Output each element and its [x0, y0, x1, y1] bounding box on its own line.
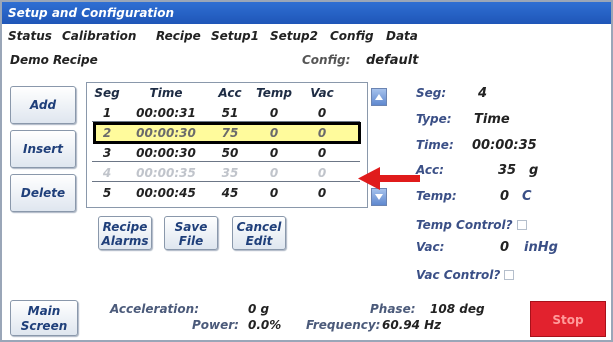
config-value: default: [366, 53, 419, 68]
acc-unit: g: [529, 163, 539, 178]
row-cell: 3: [102, 146, 112, 160]
temp-control-label: Temp Control?: [416, 218, 513, 232]
row-cell: 0: [317, 106, 327, 120]
recipe-alarms-button[interactable]: Recipe Alarms: [98, 216, 152, 250]
row-cell: 00:00:45: [136, 186, 196, 200]
button-label-line: Edit: [245, 234, 273, 248]
main-screen-button[interactable]: Main Screen: [10, 300, 78, 336]
button-label-line: Save: [174, 220, 208, 234]
row-cell: 0: [269, 106, 279, 120]
type-label: Type:: [416, 112, 452, 126]
setup-window: Setup and Configuration Status Calibrati…: [0, 0, 613, 342]
menu-item-setup1[interactable]: Setup1: [211, 24, 259, 48]
recipe-name: Demo Recipe: [10, 53, 98, 67]
vac-control-label: Vac Control?: [416, 268, 501, 282]
acc-label: Acc:: [416, 163, 444, 177]
temp-value[interactable]: 0: [500, 189, 509, 204]
row-cell: 75: [221, 126, 239, 140]
menu-item-config[interactable]: Config: [330, 24, 374, 48]
save-file-button[interactable]: Save File: [164, 216, 218, 250]
row-divider: [92, 161, 360, 162]
row-cell: 45: [221, 186, 239, 200]
row-cell: 00:00:30: [136, 126, 196, 140]
phase-label: Phase:: [370, 302, 416, 316]
temp-control-checkbox[interactable]: [516, 219, 527, 230]
header-acc: Acc: [218, 86, 242, 100]
cancel-edit-button[interactable]: Cancel Edit: [232, 216, 286, 250]
config-label: Config:: [302, 53, 351, 67]
button-label-line: Recipe: [102, 220, 148, 234]
time-label: Time:: [416, 138, 454, 152]
button-label-line: Cancel: [236, 220, 282, 234]
window-title: Setup and Configuration: [2, 2, 611, 24]
menu-item-recipe[interactable]: Recipe: [156, 24, 201, 48]
row-cell: 50: [221, 146, 239, 160]
row-divider: [92, 181, 360, 182]
time-value[interactable]: 00:00:35: [472, 138, 537, 153]
row-cell: 5: [102, 186, 112, 200]
row-cell: 0: [317, 146, 327, 160]
row-cell: 0: [269, 186, 279, 200]
delete-button[interactable]: Delete: [10, 174, 76, 212]
row-cell: 00:00:31: [136, 106, 196, 120]
acceleration-label: Acceleration:: [110, 302, 199, 316]
row-cell: 0: [317, 166, 327, 180]
phase-value: 108 deg: [430, 302, 485, 316]
power-label: Power:: [192, 318, 239, 332]
menu-item-status[interactable]: Status: [8, 24, 52, 48]
stop-button[interactable]: Stop: [530, 301, 606, 337]
header-vac: Vac: [310, 86, 334, 100]
button-label-line: Alarms: [101, 234, 149, 248]
menu-item-data[interactable]: Data: [386, 24, 418, 48]
type-value[interactable]: Time: [474, 112, 510, 127]
vac-unit: inHg: [524, 240, 558, 255]
row-divider: [92, 121, 360, 122]
scroll-up-button[interactable]: [371, 88, 387, 106]
seg-label: Seg:: [416, 86, 447, 100]
temp-label: Temp:: [416, 189, 457, 203]
frequency-value: 60.94 Hz: [382, 318, 442, 332]
seg-value[interactable]: 4: [478, 86, 487, 101]
chevron-up-icon: [375, 94, 383, 100]
row-cell: 00:00:30: [136, 146, 196, 160]
vac-label: Vac:: [416, 240, 445, 254]
row-cell: 35: [221, 166, 239, 180]
menu-bar: Status Calibration Recipe Setup1 Setup2 …: [2, 24, 611, 48]
temp-unit: C: [522, 189, 532, 204]
row-cell: 51: [221, 106, 239, 120]
insert-button[interactable]: Insert: [10, 130, 76, 168]
button-label-line: File: [178, 234, 204, 248]
header-temp: Temp: [256, 86, 292, 100]
header-seg: Seg: [94, 86, 120, 100]
row-cell: 0: [269, 146, 279, 160]
acc-value[interactable]: 35: [498, 163, 516, 178]
power-value: 0.0%: [248, 318, 282, 332]
button-label-line: Main: [27, 304, 61, 318]
acceleration-value: 0 g: [248, 302, 270, 316]
temp-control-row[interactable]: Temp Control?: [416, 214, 527, 233]
vac-value[interactable]: 0: [500, 240, 509, 255]
row-cell: 0: [269, 166, 279, 180]
button-label-line: Screen: [20, 319, 68, 333]
menu-item-calibration[interactable]: Calibration: [62, 24, 136, 48]
row-cell: 0: [317, 126, 327, 140]
frequency-label: Frequency:: [306, 318, 381, 332]
pointer-arrow-icon: [358, 167, 420, 190]
row-cell: 1: [102, 106, 112, 120]
row-cell: 00:00:35: [136, 166, 196, 180]
row-cell: 4: [102, 166, 112, 180]
row-cell: 2: [102, 126, 112, 140]
add-button[interactable]: Add: [10, 86, 76, 124]
row-cell: 0: [317, 186, 327, 200]
vac-control-row[interactable]: Vac Control?: [416, 264, 515, 283]
row-cell: 0: [269, 126, 279, 140]
header-time: Time: [149, 86, 183, 100]
menu-item-setup2[interactable]: Setup2: [270, 24, 318, 48]
vac-control-checkbox[interactable]: [504, 269, 515, 280]
chevron-down-icon: [375, 194, 383, 200]
